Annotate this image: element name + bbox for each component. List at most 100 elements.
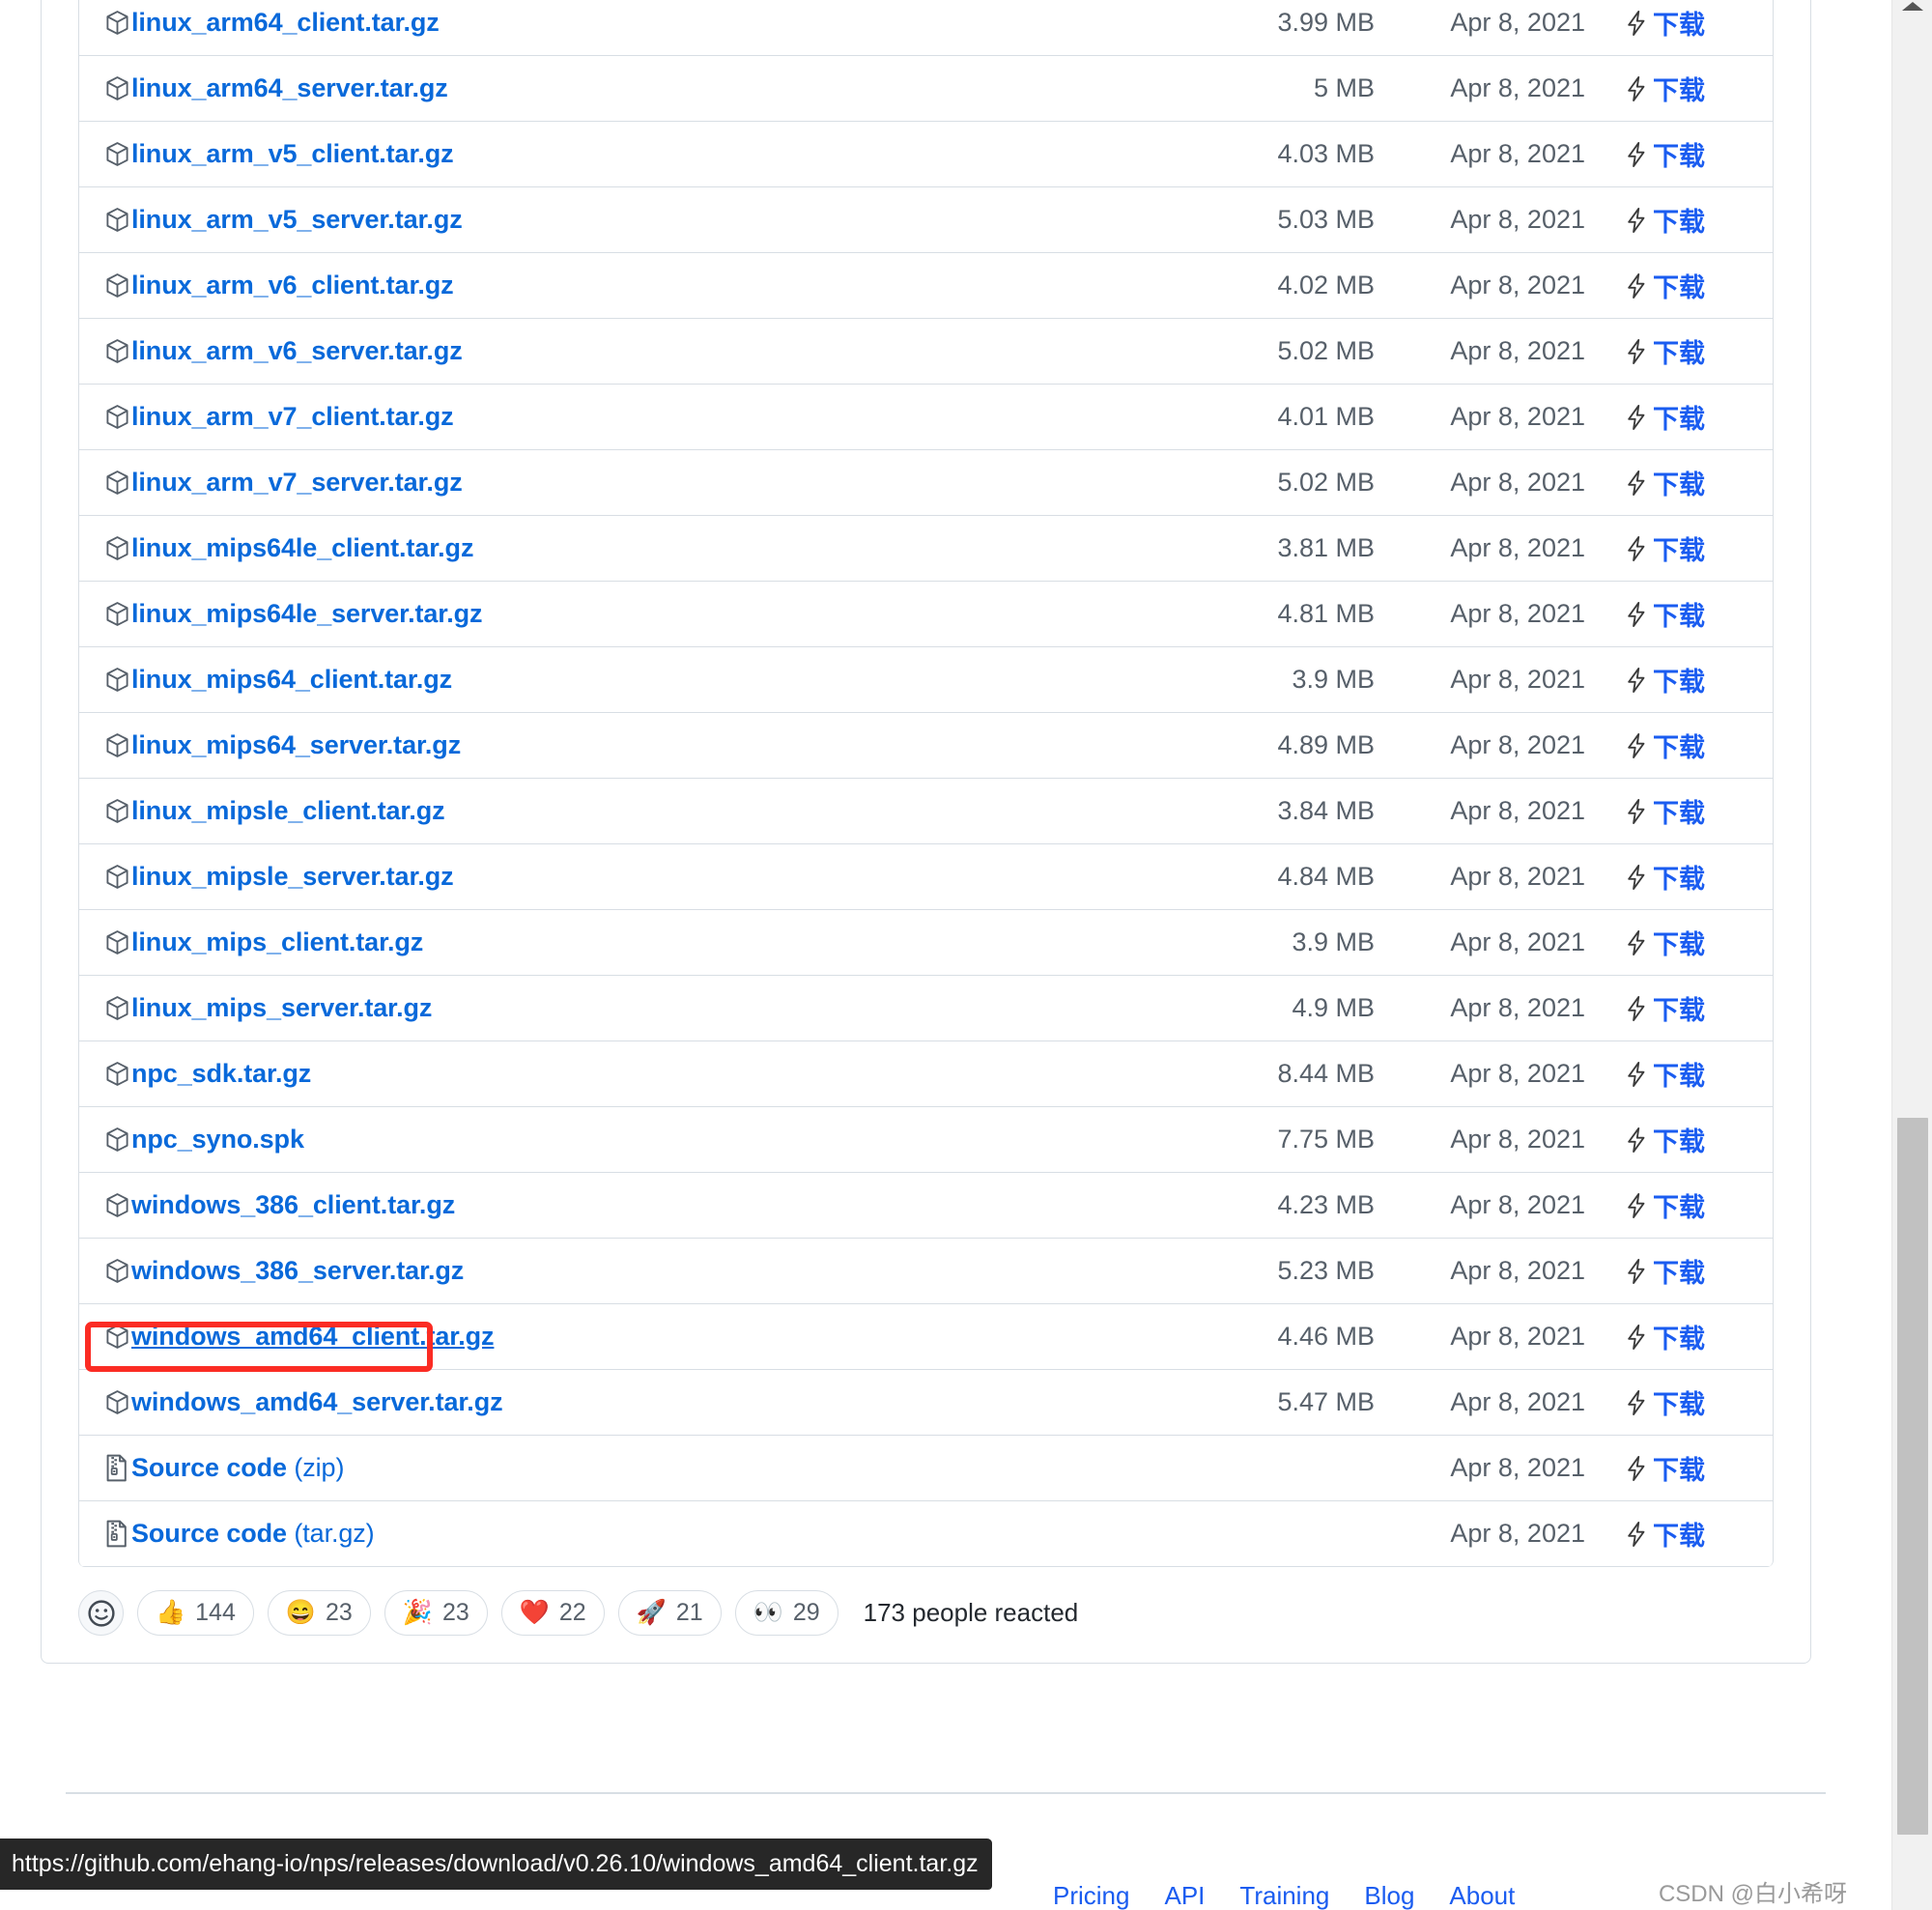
asset-name-text: npc_sdk.tar.gz (131, 1059, 312, 1088)
footer-link-training[interactable]: Training (1239, 1881, 1329, 1910)
asset-name-cell: linux_arm_v7_server.tar.gz (100, 468, 1094, 498)
footer-links: Pricing API Training Blog About (1053, 1881, 1515, 1910)
asset-download-action[interactable]: 下载 (1626, 727, 1751, 764)
scroll-up-arrow-icon[interactable] (1901, 2, 1923, 11)
footer-link-blog[interactable]: Blog (1364, 1881, 1414, 1910)
asset-download-link[interactable]: linux_mips64_server.tar.gz (131, 730, 461, 760)
assets-table: linux_arm64_client.tar.gz 3.99 MB Apr 8, 2… (78, 0, 1774, 1567)
asset-download-action[interactable]: 下载 (1626, 1515, 1751, 1553)
reaction-laugh[interactable]: 😄 23 (267, 1590, 371, 1636)
footer-link-api[interactable]: API (1164, 1881, 1205, 1910)
asset-download-action[interactable]: 下载 (1626, 989, 1751, 1027)
asset-download-link[interactable]: linux_mips_client.tar.gz (131, 927, 423, 957)
package-icon (106, 865, 128, 889)
asset-download-action[interactable]: 下载 (1626, 1383, 1751, 1421)
package-icon (106, 1259, 128, 1283)
vertical-scrollbar[interactable] (1891, 0, 1932, 1910)
asset-download-link[interactable]: linux_arm_v5_server.tar.gz (131, 205, 463, 235)
asset-download-link[interactable]: windows_386_server.tar.gz (131, 1256, 464, 1286)
asset-download-action[interactable]: 下载 (1626, 1449, 1751, 1487)
asset-row: linux_mips_client.tar.gz 3.9 MB Apr 8, 202… (79, 910, 1773, 976)
asset-download-link[interactable]: npc_syno.spk (131, 1125, 304, 1155)
asset-download-link[interactable]: linux_mipsle_server.tar.gz (131, 862, 454, 892)
download-label: 下载 (1653, 602, 1705, 631)
asset-download-action[interactable]: 下载 (1626, 4, 1751, 42)
scrollbar-thumb[interactable] (1897, 1118, 1928, 1835)
asset-download-action[interactable]: 下载 (1626, 1318, 1751, 1355)
asset-download-action[interactable]: 下载 (1626, 464, 1751, 501)
asset-size: 8.44 MB (1277, 1059, 1375, 1088)
asset-size: 3.84 MB (1277, 796, 1375, 825)
package-icon (106, 602, 128, 626)
asset-date: Apr 8, 2021 (1450, 139, 1585, 168)
asset-download-link[interactable]: windows_386_client.tar.gz (131, 1190, 455, 1220)
add-reaction-button[interactable] (78, 1590, 124, 1636)
reaction-thumbs-up[interactable]: 👍 144 (137, 1590, 254, 1636)
asset-download-action[interactable]: 下载 (1626, 398, 1751, 436)
asset-download-action[interactable]: 下载 (1626, 529, 1751, 567)
asset-download-link[interactable]: linux_mips64le_client.tar.gz (131, 533, 473, 563)
asset-download-action[interactable]: 下载 (1626, 924, 1751, 961)
asset-download-link[interactable]: npc_sdk.tar.gz (131, 1059, 311, 1089)
download-label: 下载 (1653, 1062, 1705, 1091)
asset-download-action[interactable]: 下载 (1626, 1252, 1751, 1290)
asset-download-link[interactable]: linux_mipsle_client.tar.gz (131, 796, 445, 826)
package-icon (106, 668, 128, 692)
package-icon (106, 405, 128, 429)
asset-download-action[interactable]: 下载 (1626, 792, 1751, 830)
asset-download-link[interactable]: windows_amd64_client.tar.gz (131, 1322, 495, 1352)
asset-download-action[interactable]: 下载 (1626, 1121, 1751, 1158)
asset-name-text: linux_mips_client.tar.gz (131, 927, 424, 956)
asset-download-action[interactable]: 下载 (1626, 1186, 1751, 1224)
asset-download-link[interactable]: linux_arm_v5_client.tar.gz (131, 139, 454, 169)
reaction-rocket[interactable]: 🚀 21 (617, 1590, 722, 1636)
asset-name-cell: linux_mips64_client.tar.gz (100, 665, 1094, 695)
asset-download-link[interactable]: windows_amd64_server.tar.gz (131, 1387, 503, 1417)
lightning-bolt-icon (1628, 404, 1645, 430)
asset-name-text: linux_arm_v7_client.tar.gz (131, 402, 454, 431)
asset-download-action[interactable]: 下载 (1626, 201, 1751, 239)
footer-link-about[interactable]: About (1449, 1881, 1515, 1910)
asset-download-action[interactable]: 下载 (1626, 661, 1751, 698)
reaction-eyes[interactable]: 👀 29 (734, 1590, 838, 1636)
asset-size: 4.02 MB (1277, 271, 1375, 299)
asset-download-action[interactable]: 下载 (1626, 70, 1751, 107)
asset-date: Apr 8, 2021 (1450, 402, 1585, 431)
file-zip-icon (106, 1520, 127, 1548)
asset-name-text: windows_amd64_server.tar.gz (131, 1387, 503, 1416)
download-label: 下载 (1653, 405, 1705, 434)
asset-download-link[interactable]: Source code (zip) (131, 1453, 344, 1483)
asset-download-link[interactable]: linux_arm64_client.tar.gz (131, 8, 440, 38)
lightning-bolt-icon (1628, 601, 1645, 627)
asset-download-link[interactable]: linux_mips_server.tar.gz (131, 993, 432, 1023)
asset-download-action[interactable]: 下载 (1626, 332, 1751, 370)
asset-download-link[interactable]: Source code (tar.gz) (131, 1519, 375, 1549)
asset-download-link[interactable]: linux_mips64le_server.tar.gz (131, 599, 483, 629)
asset-name-cell: Source code (zip) (100, 1453, 1094, 1483)
asset-download-link[interactable]: linux_arm_v6_server.tar.gz (131, 336, 463, 366)
asset-name-cell: linux_arm_v5_server.tar.gz (100, 205, 1094, 235)
package-icon (106, 1127, 128, 1152)
asset-download-action[interactable]: 下载 (1626, 135, 1751, 173)
asset-download-action[interactable]: 下载 (1626, 595, 1751, 633)
asset-download-link[interactable]: linux_arm64_server.tar.gz (131, 73, 448, 103)
asset-name-cell: windows_386_client.tar.gz (100, 1190, 1094, 1220)
asset-download-link[interactable]: linux_arm_v7_client.tar.gz (131, 402, 454, 432)
reaction-hooray[interactable]: 🎉 23 (384, 1590, 488, 1636)
asset-download-action[interactable]: 下载 (1626, 267, 1751, 304)
reaction-heart[interactable]: ❤️ 22 (500, 1590, 605, 1636)
lightning-bolt-icon (1628, 1258, 1645, 1284)
asset-download-link[interactable]: linux_mips64_client.tar.gz (131, 665, 452, 695)
asset-row: linux_mips_server.tar.gz 4.9 MB Apr 8, 202… (79, 976, 1773, 1041)
asset-row: linux_arm_v7_server.tar.gz 5.02 MB Apr 8, … (79, 450, 1773, 516)
asset-date: Apr 8, 2021 (1450, 336, 1585, 365)
asset-download-link[interactable]: linux_arm_v7_server.tar.gz (131, 468, 463, 498)
download-label: 下载 (1653, 996, 1705, 1025)
asset-size: 3.9 MB (1292, 665, 1375, 694)
footer-link-pricing[interactable]: Pricing (1053, 1881, 1129, 1910)
asset-date: Apr 8, 2021 (1450, 1190, 1585, 1219)
asset-download-action[interactable]: 下载 (1626, 858, 1751, 896)
asset-name-text: linux_mips64_client.tar.gz (131, 665, 453, 694)
asset-download-action[interactable]: 下载 (1626, 1055, 1751, 1093)
asset-download-link[interactable]: linux_arm_v6_client.tar.gz (131, 271, 454, 300)
